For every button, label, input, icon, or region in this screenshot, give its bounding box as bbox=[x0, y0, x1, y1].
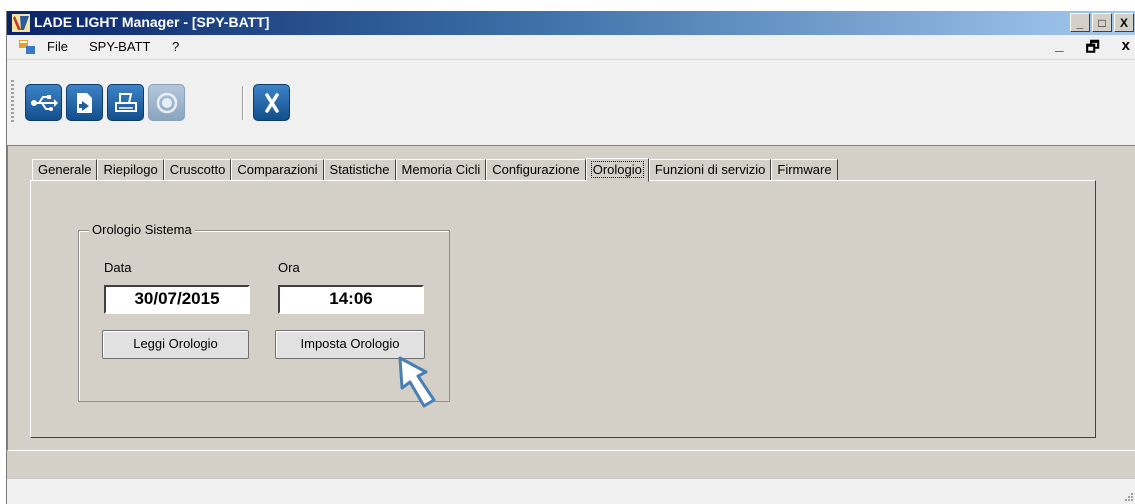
toolbar-separator bbox=[242, 86, 244, 120]
arrow-pointer-icon bbox=[398, 356, 436, 408]
record-button[interactable] bbox=[148, 84, 185, 121]
client-area: Generale Riepilogo Cruscotto Comparazion… bbox=[7, 145, 1135, 451]
menu-spy-batt[interactable]: SPY-BATT bbox=[89, 39, 150, 54]
tab-configurazione[interactable]: Configurazione bbox=[486, 159, 586, 181]
tab-orologio[interactable]: Orologio bbox=[585, 158, 649, 182]
time-label: Ora bbox=[278, 260, 300, 275]
tab-strip: Generale Riepilogo Cruscotto Comparazion… bbox=[32, 157, 838, 182]
date-label: Data bbox=[104, 260, 132, 275]
close-button[interactable]: X bbox=[1114, 13, 1134, 32]
title-bar[interactable]: LADE LIGHT Manager - [SPY-BATT] _ □ X bbox=[7, 11, 1135, 35]
date-field[interactable]: 30/07/2015 bbox=[104, 285, 250, 314]
minimize-button[interactable]: _ bbox=[1070, 13, 1090, 32]
app-logo-icon bbox=[12, 14, 30, 32]
printer-icon bbox=[114, 92, 137, 112]
menu-help[interactable]: ? bbox=[172, 39, 179, 54]
tab-memoria-cicli[interactable]: Memoria Cicli bbox=[395, 159, 487, 181]
resize-grip-icon[interactable] bbox=[1122, 490, 1134, 502]
load-file-button[interactable] bbox=[66, 84, 103, 121]
tab-generale[interactable]: Generale bbox=[32, 159, 98, 181]
load-file-icon bbox=[76, 92, 92, 113]
menu-file[interactable]: File bbox=[47, 39, 68, 54]
exit-button[interactable] bbox=[253, 84, 290, 121]
tab-comparazioni[interactable]: Comparazioni bbox=[231, 159, 324, 181]
child-window-icon[interactable] bbox=[19, 40, 35, 54]
app-window: LADE LIGHT Manager - [SPY-BATT] _ □ X Fi… bbox=[6, 11, 1135, 504]
window-title: LADE LIGHT Manager - [SPY-BATT] bbox=[34, 14, 270, 30]
maximize-button[interactable]: □ bbox=[1092, 13, 1112, 32]
group-title: Orologio Sistema bbox=[89, 222, 195, 237]
toolbar bbox=[7, 59, 1135, 145]
tab-funzioni-di-servizio[interactable]: Funzioni di servizio bbox=[648, 159, 772, 181]
tab-orologio-label: Orologio bbox=[590, 161, 644, 178]
tab-firmware[interactable]: Firmware bbox=[771, 159, 838, 181]
tab-statistiche[interactable]: Statistiche bbox=[323, 159, 396, 181]
time-field[interactable]: 14:06 bbox=[278, 285, 424, 314]
record-icon bbox=[156, 92, 177, 113]
usb-icon bbox=[30, 94, 58, 111]
menu-bar: File SPY-BATT ? _ 🗗 x bbox=[7, 35, 1135, 59]
tab-cruscotto[interactable]: Cruscotto bbox=[163, 159, 232, 181]
read-clock-button[interactable]: Leggi Orologio bbox=[102, 330, 249, 359]
status-bar bbox=[7, 478, 1135, 504]
tab-riepilogo[interactable]: Riepilogo bbox=[97, 159, 164, 181]
toolbar-grip[interactable] bbox=[11, 80, 14, 124]
tab-panel-orologio: Orologio Sistema Data Ora 30/07/2015 14:… bbox=[30, 180, 1096, 438]
print-button[interactable] bbox=[107, 84, 144, 121]
usb-connect-button[interactable] bbox=[25, 84, 62, 121]
exit-icon bbox=[264, 92, 279, 113]
